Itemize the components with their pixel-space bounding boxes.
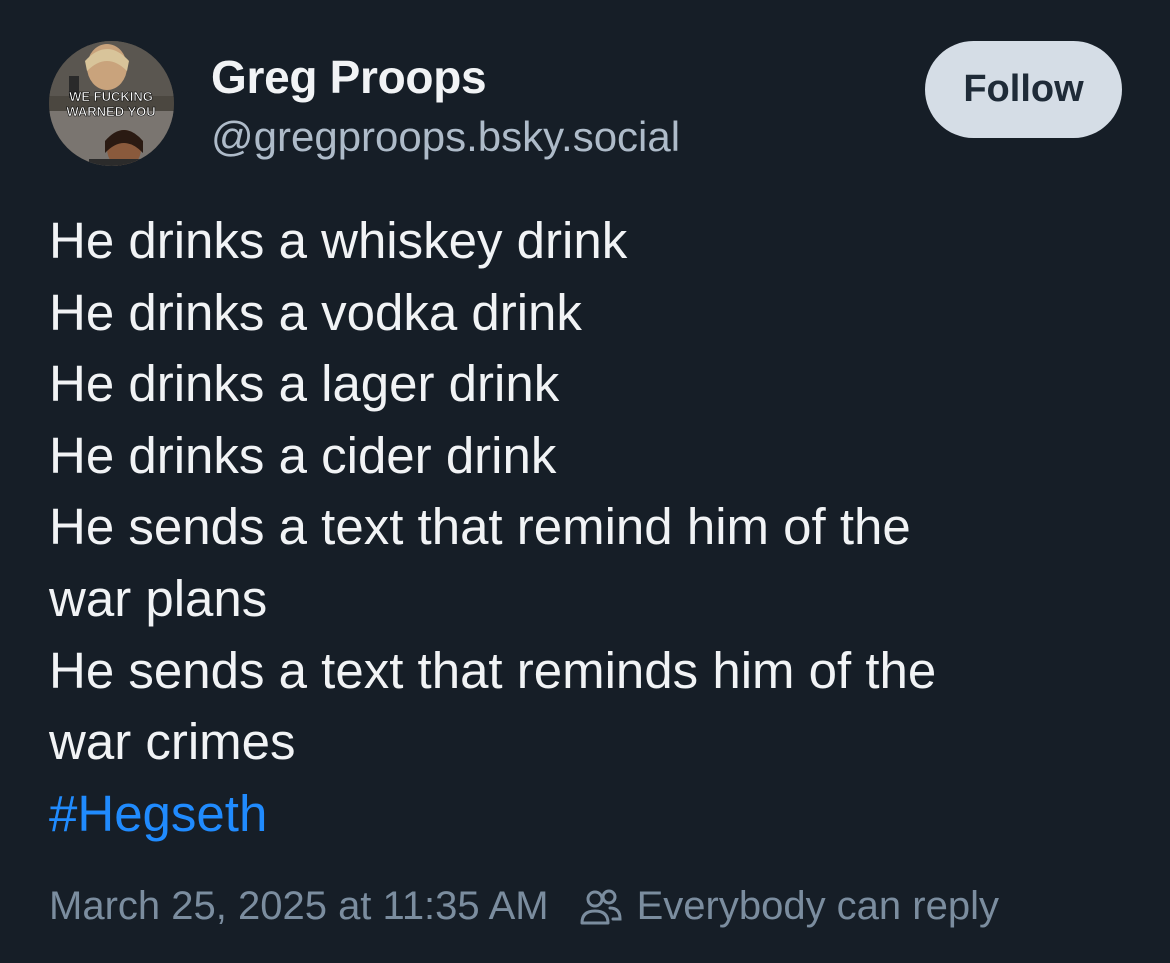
avatar-image: WE FUCKING WARNED YOU [49,41,174,166]
follow-button[interactable]: Follow [925,41,1122,138]
svg-text:WE FUCKING: WE FUCKING [69,89,153,104]
post-line: He sends a text that remind him of the [49,498,911,556]
post-card: WE FUCKING WARNED YOU Greg Proops @gregp… [0,0,1170,963]
post-line: He drinks a cider drink [49,426,557,484]
post-line: He sends a text that reminds him of the [49,641,937,699]
avatar[interactable]: WE FUCKING WARNED YOU [49,41,174,166]
author-handle[interactable]: @gregproops.bsky.social [211,113,680,161]
post-line: He drinks a lager drink [49,355,560,413]
post-line: He drinks a whiskey drink [49,212,628,269]
reply-setting-label: Everybody can reply [636,884,999,928]
hashtag-link[interactable]: #Hegseth [49,785,267,842]
svg-text:WARNED YOU: WARNED YOU [66,104,155,119]
post-meta: March 25, 2025 at 11:35 AM Everybody can… [49,884,999,929]
post-line: war plans [49,569,268,627]
author-display-name[interactable]: Greg Proops [211,50,487,104]
reply-setting: Everybody can reply [579,884,999,929]
people-icon [580,889,622,924]
post-line: war crimes [49,713,296,771]
post-text: He drinks a whiskey drink He drinks a vo… [49,205,1129,849]
post-timestamp[interactable]: March 25, 2025 at 11:35 AM [49,884,549,929]
post-line: He drinks a vodka drink [49,283,582,341]
